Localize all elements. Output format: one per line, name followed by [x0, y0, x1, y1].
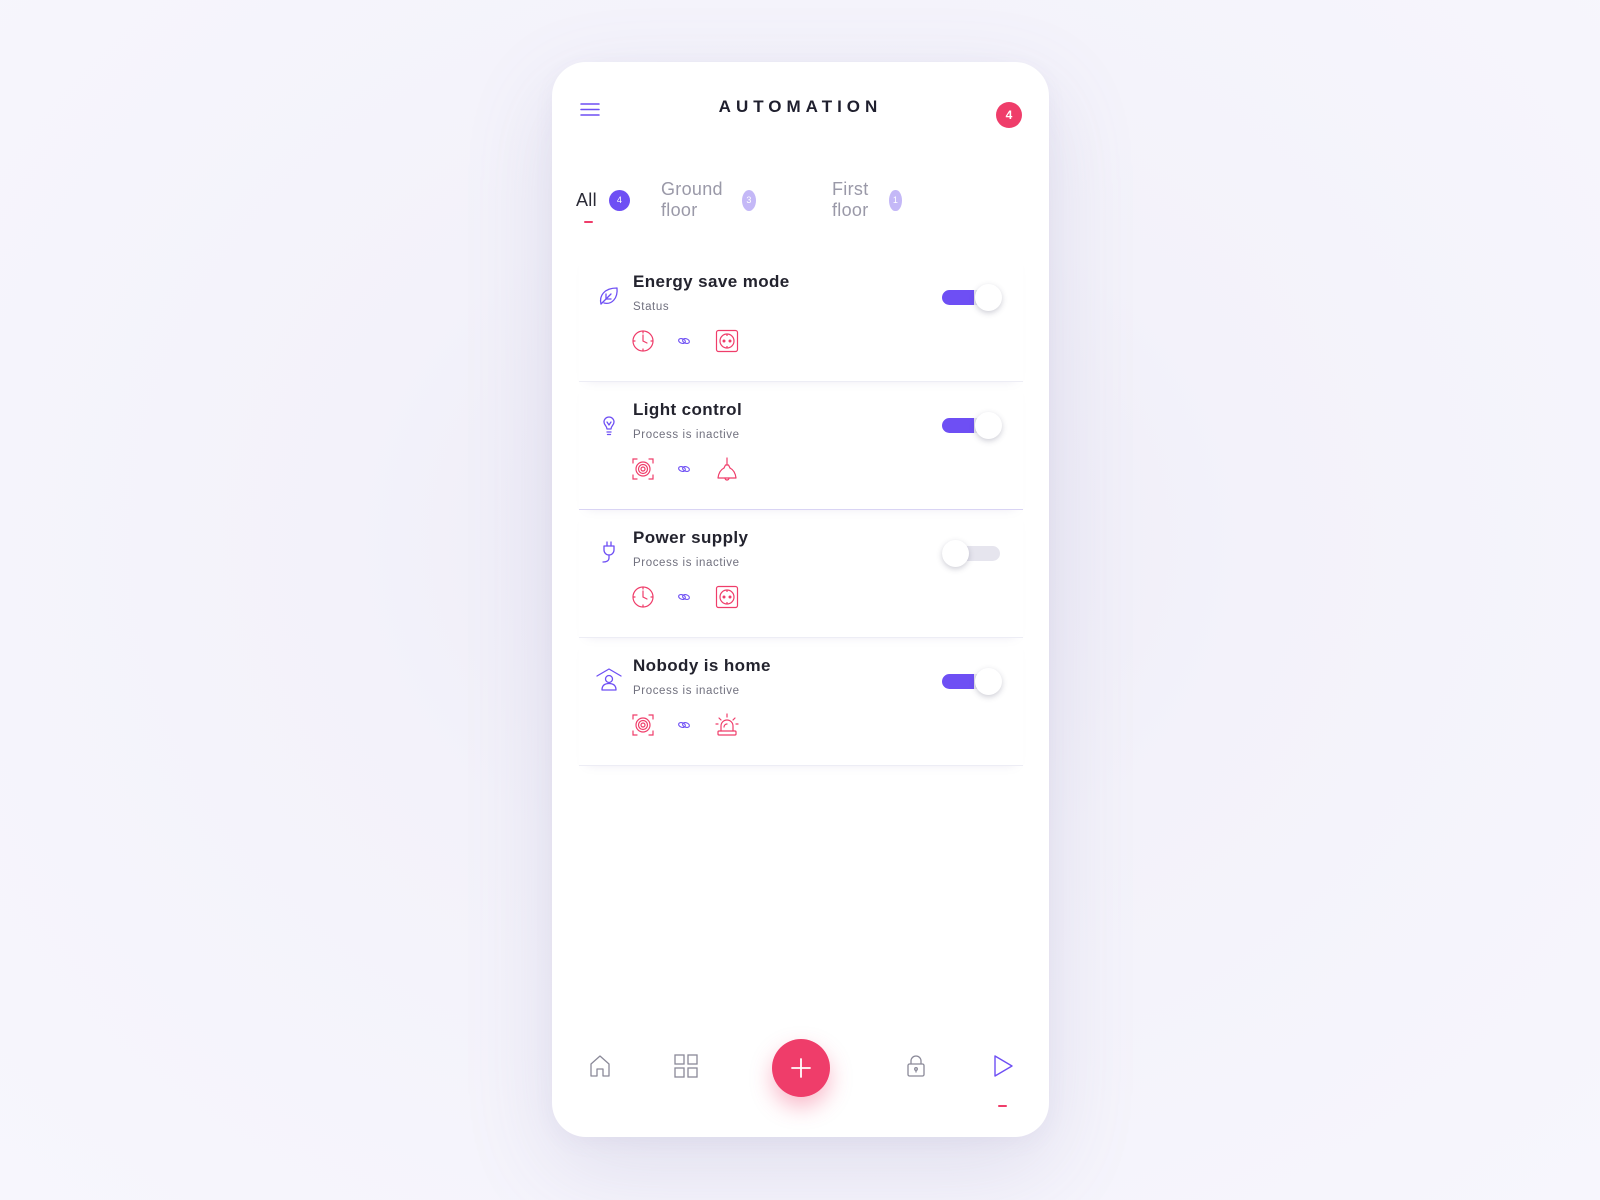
grid-icon[interactable] [672, 1052, 700, 1080]
link-icon [677, 718, 691, 732]
active-nav-indicator [998, 1105, 1007, 1107]
automation-card-nobody-home[interactable]: Nobody is home Process is inactive [579, 638, 1023, 766]
tab-count-badge: 1 [889, 189, 902, 211]
clock-icon [630, 328, 656, 354]
add-icon [791, 1058, 811, 1078]
automation-status: Process is inactive [633, 557, 740, 569]
link-icon [677, 590, 691, 604]
link-icon [677, 334, 691, 348]
lamp-icon [714, 456, 740, 482]
play-icon[interactable] [989, 1052, 1017, 1080]
leaf-icon [595, 282, 623, 310]
tab-count-badge: 4 [608, 189, 630, 211]
toggle-knob [942, 540, 969, 567]
toggle-knob [975, 668, 1002, 695]
automation-name: Light control [633, 400, 743, 419]
motion-sensor-icon [630, 456, 656, 482]
toggle-knob [975, 284, 1002, 311]
phone-screen: AUTOMATION 4 All 4 Ground floor 3 First … [552, 62, 1049, 1137]
automation-status: Process is inactive [633, 685, 740, 697]
add-button[interactable] [772, 1039, 830, 1097]
clock-icon [630, 584, 656, 610]
automation-name: Energy save mode [633, 272, 790, 291]
automation-toggle[interactable] [942, 665, 1002, 697]
lightbulb-icon [595, 410, 623, 438]
link-icon [677, 462, 691, 476]
alarm-siren-icon [714, 712, 740, 738]
tab-ground-floor[interactable]: Ground floor 3 [661, 179, 756, 220]
automation-name: Power supply [633, 528, 749, 547]
tab-label: All [576, 189, 597, 210]
tab-count-badge: 3 [741, 189, 756, 211]
page-title: AUTOMATION [718, 97, 883, 116]
automation-name: Nobody is home [633, 656, 771, 675]
notification-badge[interactable]: 4 [996, 102, 1022, 128]
automation-list: Energy save mode Status Light control Pr… [579, 254, 1023, 766]
socket-icon [714, 584, 740, 610]
person-home-icon [595, 666, 623, 694]
automation-card-energy-save[interactable]: Energy save mode Status [579, 254, 1023, 382]
lock-icon[interactable] [902, 1052, 930, 1080]
tab-label: First floor [832, 179, 869, 220]
tab-first-floor[interactable]: First floor 1 [832, 179, 902, 220]
toggle-knob [975, 412, 1002, 439]
active-tab-indicator [584, 221, 593, 223]
automation-card-power-supply[interactable]: Power supply Process is inactive [579, 510, 1023, 638]
motion-sensor-icon [630, 712, 656, 738]
tab-all[interactable]: All 4 [576, 188, 630, 212]
tab-label: Ground floor [661, 179, 723, 220]
automation-toggle[interactable] [942, 537, 1002, 569]
automation-status: Status [633, 301, 670, 313]
plug-icon [595, 538, 623, 566]
automation-status: Process is inactive [633, 429, 740, 441]
automation-card-light-control[interactable]: Light control Process is inactive [579, 382, 1023, 510]
home-icon[interactable] [586, 1052, 614, 1080]
socket-icon [714, 328, 740, 354]
automation-toggle[interactable] [942, 281, 1002, 313]
automation-toggle[interactable] [942, 409, 1002, 441]
